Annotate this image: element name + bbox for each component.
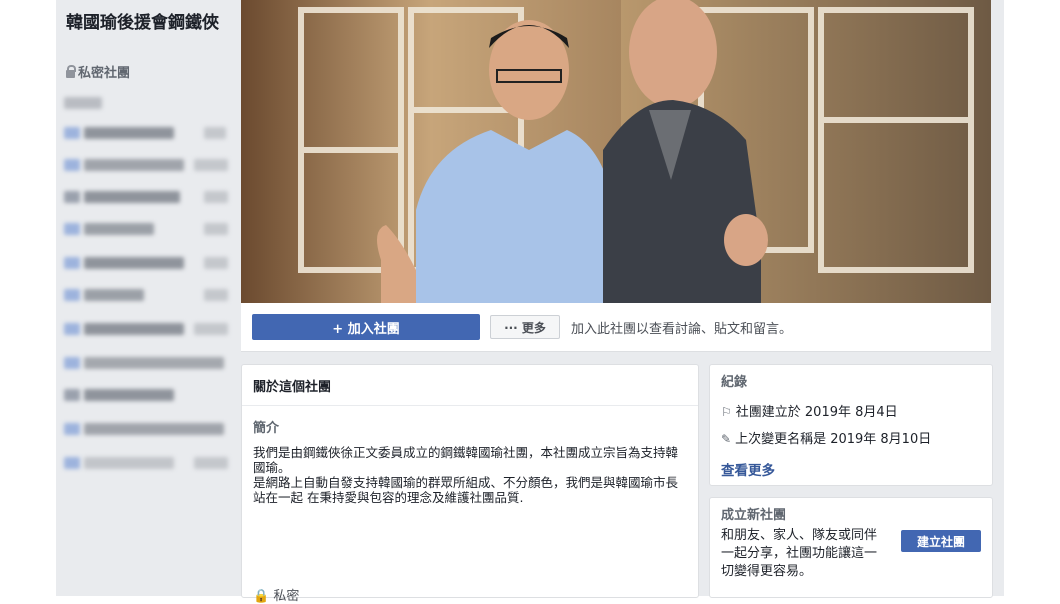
about-panel: 關於這個社團 簡介 我們是由鋼鐵俠徐正文委員成立的鋼鐵韓國瑜社團，本社團成立宗旨… [241, 364, 699, 604]
group-action-bar: + 加入社團 ··· 更多 加入此社團以查看討論、貼文和留言。 [241, 303, 991, 352]
records-panel: 紀錄 ⚐ 社團建立於 2019年 8月4日 ✎ 上次變更名稱是 2019年 8月10… [709, 364, 993, 486]
flag-icon: ⚐ [721, 405, 732, 419]
sidebar-item-blurred[interactable] [64, 254, 229, 270]
created-date: 社團建立於 2019年 8月4日 [735, 405, 898, 420]
renamed-date-row: ✎ 上次變更名稱是 2019年 8月10日 [721, 428, 931, 447]
records-title: 紀錄 [721, 375, 748, 390]
group-privacy: 私密社團 [66, 62, 130, 81]
join-group-button[interactable]: + 加入社團 [252, 314, 480, 340]
lock-icon: 🔒 [253, 589, 270, 604]
cover-photo[interactable] [241, 0, 991, 303]
left-sidebar: 韓國瑜後援會鋼鐵俠 私密社團 [56, 0, 234, 596]
group-cover-photo [241, 0, 991, 303]
sidebar-item-blurred[interactable] [64, 454, 229, 470]
see-more-link[interactable]: 查看更多 [721, 459, 775, 479]
sidebar-item-blurred[interactable] [64, 386, 229, 402]
intro-label: 簡介 [253, 421, 280, 436]
divider [242, 405, 698, 406]
pencil-icon: ✎ [721, 432, 732, 446]
description-line: 我們是由鋼鐵俠徐正文委員成立的鋼鐵韓國瑜社團，本社團成立宗旨為支持韓國瑜。 [253, 445, 679, 475]
sidebar-item-blurred[interactable] [64, 188, 229, 204]
group-name[interactable]: 韓國瑜後援會鋼鐵俠 [66, 12, 228, 34]
created-date-row: ⚐ 社團建立於 2019年 8月4日 [721, 401, 898, 420]
sidebar-item-blurred[interactable] [64, 156, 229, 172]
sidebar-item-blurred[interactable] [64, 420, 229, 436]
create-group-panel: 成立新社團 和朋友、家人、隊友或同伴一起分享，社團功能讓這一切變得更容易。 建立… [709, 497, 993, 598]
group-description: 我們是由鋼鐵俠徐正文委員成立的鋼鐵韓國瑜社團，本社團成立宗旨為支持韓國瑜。 是網… [253, 445, 683, 505]
sidebar-item-blurred[interactable] [64, 320, 229, 336]
sidebar-item-blurred[interactable] [64, 354, 229, 370]
about-title: 關於這個社團 [253, 380, 332, 395]
group-privacy-label: 私密社團 [78, 66, 131, 81]
sidebar-item-blurred[interactable] [64, 124, 229, 140]
privacy-label: 私密 [273, 589, 300, 604]
description-line: 是網路上自動自發支持韓國瑜的群眾所組成、不分顏色，我們是與韓國瑜市長站在一起 在… [253, 475, 679, 505]
privacy-row: 🔒 私密 [253, 585, 299, 604]
lock-icon [66, 65, 76, 78]
renamed-date: 上次變更名稱是 2019年 8月10日 [735, 432, 932, 447]
sidebar-item-blurred[interactable] [64, 286, 229, 302]
create-group-text: 和朋友、家人、隊友或同伴一起分享，社團功能讓這一切變得更容易。 [721, 528, 878, 579]
create-group-title: 成立新社團 [721, 508, 787, 523]
create-group-button[interactable]: 建立社團 [901, 530, 981, 552]
sidebar-item-blurred[interactable] [64, 220, 229, 236]
sidebar-item-blurred[interactable] [64, 94, 114, 110]
more-button[interactable]: ··· 更多 [490, 315, 560, 339]
join-hint: 加入此社團以查看討論、貼文和留言。 [571, 322, 793, 337]
